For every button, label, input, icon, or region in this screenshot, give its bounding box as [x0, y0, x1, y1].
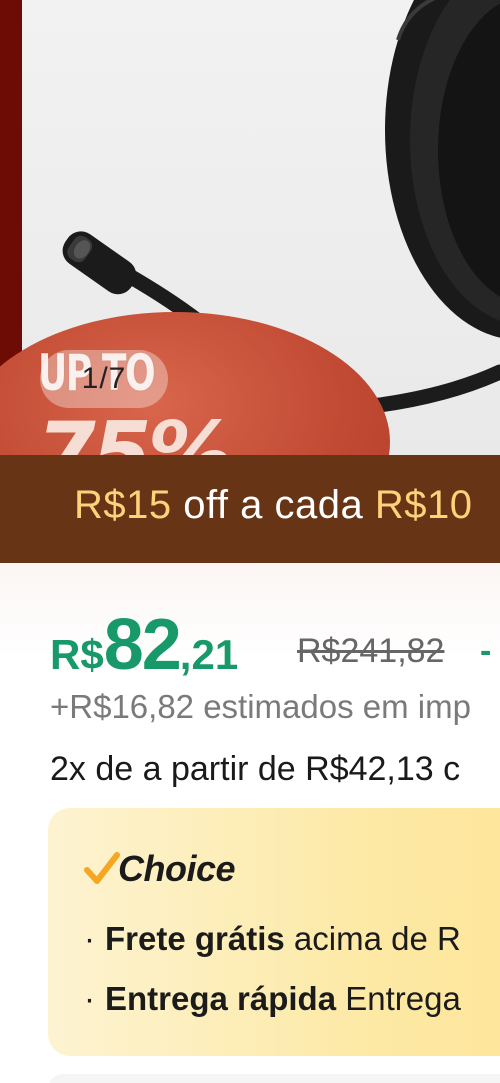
price-currency: R$	[50, 631, 104, 678]
promo-banner[interactable]: R$15 off a cada R$10	[0, 455, 500, 563]
promo-middle: off a cada	[171, 483, 375, 527]
promo-text: R$15 off a cada R$10	[74, 483, 472, 528]
choice-card[interactable]: Choice · Frete grátis acima de R · Entrega…	[48, 808, 500, 1056]
product-image-gallery[interactable]: UP TO 75% 1/7	[0, 0, 500, 455]
benefit-title: Entrega rápida	[105, 980, 337, 1017]
benefit-detail: Entrega	[336, 980, 461, 1017]
installments-info[interactable]: 2x de a partir de R$42,13 c	[50, 750, 460, 789]
discount-badge-percent: 75%	[36, 404, 234, 455]
original-price: R$241,82	[297, 632, 445, 670]
next-card-edge	[48, 1074, 500, 1083]
choice-header: Choice	[84, 848, 236, 890]
choice-benefit-free-shipping: · Frete grátis acima de R	[84, 920, 461, 958]
price-decimal: ,21	[179, 631, 239, 678]
promo-threshold: R$10	[374, 483, 473, 527]
discount-percent: -	[480, 632, 492, 670]
price-integer: 82	[103, 605, 182, 685]
promo-amount: R$15	[74, 483, 172, 527]
benefit-title: Frete grátis	[105, 920, 285, 957]
current-price: R$82,21	[50, 604, 238, 686]
choice-title: Choice	[118, 848, 236, 889]
image-counter: 1/7	[40, 350, 168, 408]
benefit-detail: acima de R	[284, 920, 461, 957]
bullet: ·	[84, 920, 95, 957]
product-page: UP TO 75% 1/7 R$15 off a cada R$10 R$82,…	[0, 0, 500, 1083]
checkmark-icon	[84, 852, 120, 884]
bullet: ·	[84, 980, 95, 1017]
choice-benefit-fast-delivery: · Entrega rápida Entrega	[84, 980, 461, 1018]
estimated-tax: +R$16,82 estimados em imp	[50, 688, 471, 725]
